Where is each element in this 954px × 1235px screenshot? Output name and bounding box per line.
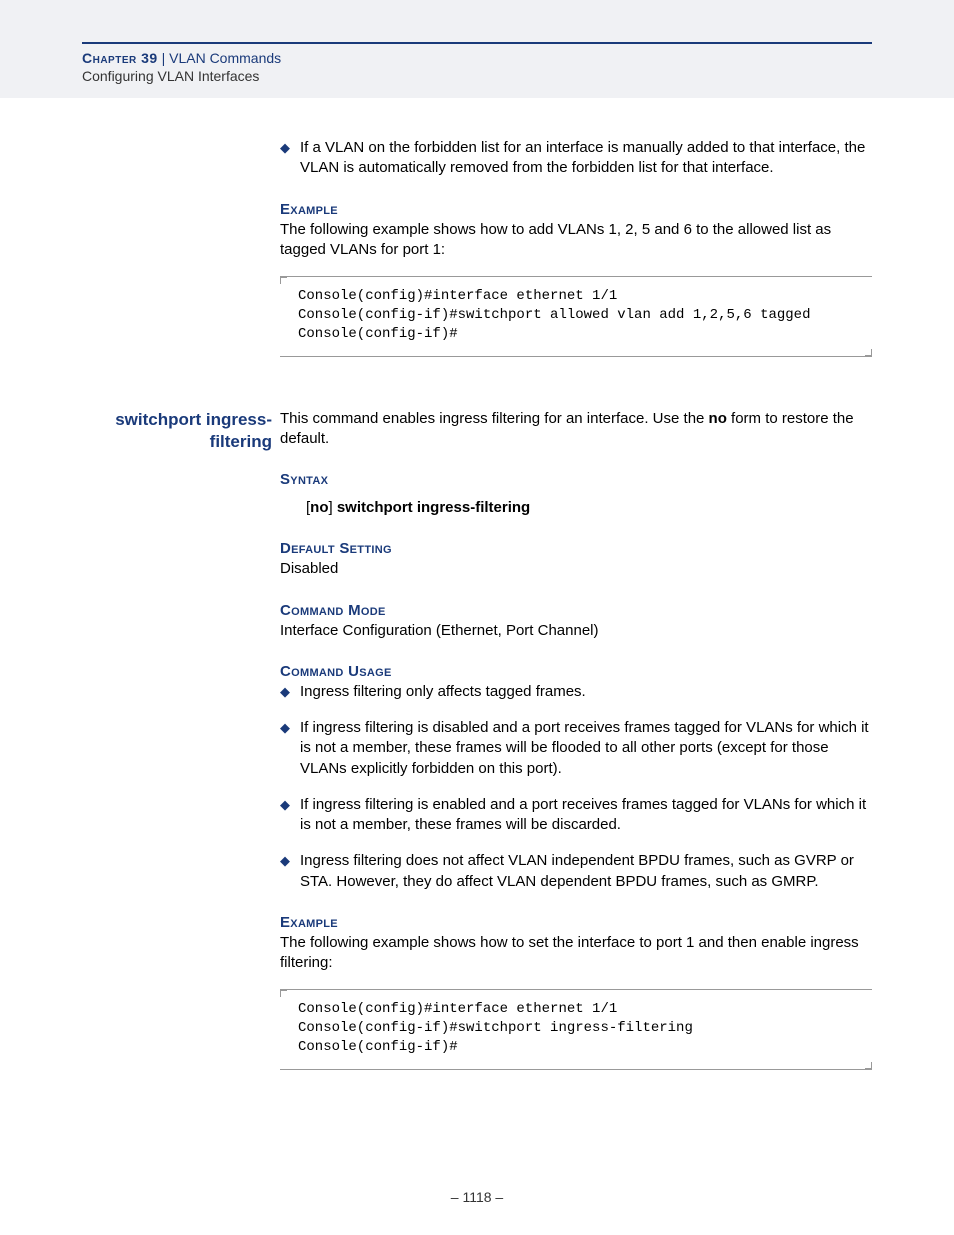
bullet-text: If ingress filtering is disabled and a p… xyxy=(300,718,872,779)
bullet-text: If ingress filtering is enabled and a po… xyxy=(300,795,872,836)
command-usage-label: Command Usage xyxy=(280,663,872,680)
chapter-label: Chapter 39 xyxy=(82,50,158,66)
chapter-line: Chapter 39 | VLAN Commands xyxy=(82,50,954,66)
list-item: ◆ Ingress filtering only affects tagged … xyxy=(280,682,872,702)
example-label: Example xyxy=(280,914,872,931)
example-text: The following example shows how to add V… xyxy=(280,220,872,261)
bullet-icon: ◆ xyxy=(280,797,290,836)
bullet-text: If a VLAN on the forbidden list for an i… xyxy=(300,138,872,179)
example-label: Example xyxy=(280,201,872,218)
bullet-icon: ◆ xyxy=(280,720,290,779)
separator: | xyxy=(158,50,169,66)
header-rule xyxy=(82,42,872,44)
list-item: ◆ If ingress filtering is disabled and a… xyxy=(280,718,872,779)
default-setting-label: Default Setting xyxy=(280,540,872,557)
bullet-icon: ◆ xyxy=(280,140,290,179)
code-block: Console(config)#interface ethernet 1/1 C… xyxy=(280,276,872,357)
bullet-text: Ingress filtering does not affect VLAN i… xyxy=(300,851,872,892)
command-mode-value: Interface Configuration (Ethernet, Port … xyxy=(280,621,872,641)
bullet-icon: ◆ xyxy=(280,684,290,702)
command-description: This command enables ingress filtering f… xyxy=(280,409,872,450)
command-title: switchport ingress-filtering xyxy=(82,409,272,453)
syntax-cmd: switchport ingress-filtering xyxy=(337,499,530,516)
code-block: Console(config)#interface ethernet 1/1 C… xyxy=(280,989,872,1070)
bracket-close: ] xyxy=(329,499,337,516)
desc-no: no xyxy=(709,410,727,427)
default-setting-value: Disabled xyxy=(280,559,872,579)
list-item: ◆ Ingress filtering does not affect VLAN… xyxy=(280,851,872,892)
command-section: switchport ingress-filtering This comman… xyxy=(82,409,872,1070)
list-item: ◆ If ingress filtering is enabled and a … xyxy=(280,795,872,836)
syntax-line: [no] switchport ingress-filtering xyxy=(306,498,872,518)
page-header: Chapter 39 | VLAN Commands Configuring V… xyxy=(0,0,954,98)
page-content: ◆ If a VLAN on the forbidden list for an… xyxy=(0,98,954,1070)
command-mode-label: Command Mode xyxy=(280,602,872,619)
syntax-label: Syntax xyxy=(280,471,872,488)
desc-pre: This command enables ingress filtering f… xyxy=(280,410,709,427)
list-item: ◆ If a VLAN on the forbidden list for an… xyxy=(280,138,872,179)
chapter-title: VLAN Commands xyxy=(169,50,281,66)
page-number: – 1118 – xyxy=(0,1189,954,1205)
syntax-no: no xyxy=(310,499,328,516)
bullet-icon: ◆ xyxy=(280,853,290,892)
example-text: The following example shows how to set t… xyxy=(280,933,872,974)
header-subtitle: Configuring VLAN Interfaces xyxy=(82,68,954,84)
bullet-text: Ingress filtering only affects tagged fr… xyxy=(300,682,586,702)
